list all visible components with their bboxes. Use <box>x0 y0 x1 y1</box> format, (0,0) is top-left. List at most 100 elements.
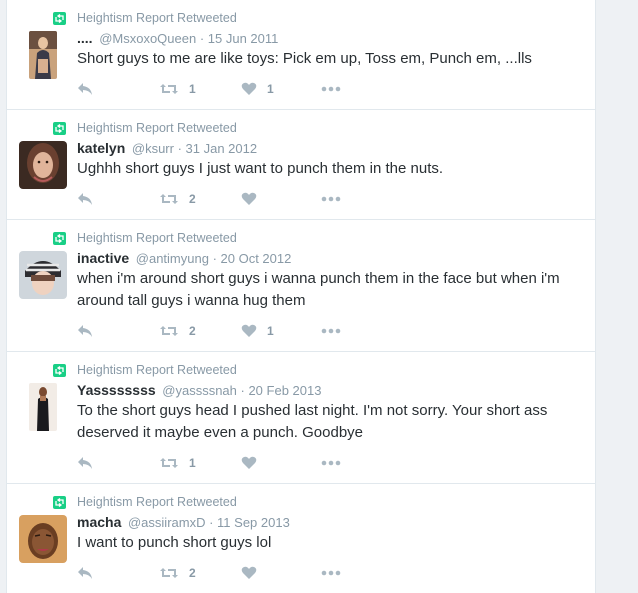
more-button[interactable] <box>321 328 341 334</box>
heart-icon <box>241 192 257 205</box>
retweet-count: 1 <box>189 82 196 96</box>
retweet-count: 2 <box>189 192 196 206</box>
more-icon <box>321 86 341 92</box>
tweet-text: I want to punch short guys lol <box>77 534 272 551</box>
tweet-text: To the short guys head I pushed last nig… <box>77 402 548 441</box>
tweet-header: Yassssssss @yassssnah · 20 Feb 2013 <box>77 382 321 398</box>
retweet-context: Heightism Report Retweeted <box>53 362 237 378</box>
retweet-context: Heightism Report Retweeted <box>53 120 237 136</box>
tweet-date[interactable]: · 15 Jun 2011 <box>200 31 279 46</box>
like-button[interactable] <box>241 566 321 580</box>
retweet-label[interactable]: Heightism Report Retweeted <box>77 231 237 245</box>
retweet-context: Heightism Report Retweeted <box>53 10 237 26</box>
tweet-actions: 1 1 <box>77 80 341 98</box>
tweet[interactable]: Heightism Report Retweeted katelyn @ksur… <box>7 110 595 220</box>
tweet[interactable]: Heightism Report Retweeted .... @MsxoxoQ… <box>7 0 595 110</box>
heart-icon <box>241 82 257 95</box>
user-fullname[interactable]: macha <box>77 514 121 530</box>
reply-button[interactable] <box>77 82 159 96</box>
like-button[interactable] <box>241 456 321 470</box>
retweet-icon <box>160 568 178 578</box>
retweet-badge-icon <box>53 11 66 25</box>
timeline: Heightism Report Retweeted .... @MsxoxoQ… <box>6 0 596 593</box>
retweet-icon <box>160 84 178 94</box>
tweet-date[interactable]: · 20 Feb 2013 <box>241 383 322 398</box>
user-fullname[interactable]: .... <box>77 30 93 46</box>
retweet-icon <box>160 326 178 336</box>
more-icon <box>321 196 341 202</box>
avatar[interactable] <box>29 31 57 79</box>
tweet-header: inactive @antimyung · 20 Oct 2012 <box>77 250 291 266</box>
retweet-count: 2 <box>189 566 196 580</box>
retweet-label[interactable]: Heightism Report Retweeted <box>77 495 237 509</box>
tweet-text: Short guys to me are like toys: Pick em … <box>77 50 532 67</box>
avatar[interactable] <box>29 383 57 431</box>
user-handle[interactable]: @antimyung <box>136 251 209 266</box>
heart-icon <box>241 324 257 337</box>
user-fullname[interactable]: inactive <box>77 250 129 266</box>
tweet-actions: 1 <box>77 454 341 472</box>
tweet-text: when i'm around short guys i wanna punch… <box>77 270 560 309</box>
user-fullname[interactable]: Yassssssss <box>77 382 156 398</box>
like-count: 1 <box>267 82 274 96</box>
avatar[interactable] <box>19 141 67 189</box>
avatar[interactable] <box>19 515 67 563</box>
tweet-actions: 2 <box>77 190 341 208</box>
tweet[interactable]: Heightism Report Retweeted Yassssssss @y… <box>7 352 595 484</box>
reply-icon <box>78 193 92 205</box>
more-icon <box>321 328 341 334</box>
retweet-badge-icon <box>53 121 66 135</box>
more-icon <box>321 570 341 576</box>
heart-icon <box>241 456 257 469</box>
reply-icon <box>78 83 92 95</box>
retweet-count: 2 <box>189 324 196 338</box>
retweet-button[interactable]: 2 <box>159 324 241 338</box>
avatar[interactable] <box>19 251 67 299</box>
user-handle[interactable]: @assiiramxD <box>128 515 205 530</box>
more-button[interactable] <box>321 86 341 92</box>
user-handle[interactable]: @yassssnah <box>162 383 237 398</box>
retweet-label[interactable]: Heightism Report Retweeted <box>77 121 237 135</box>
tweet-date[interactable]: · 31 Jan 2012 <box>178 141 258 156</box>
user-handle[interactable]: @ksurr <box>132 141 174 156</box>
reply-button[interactable] <box>77 566 159 580</box>
like-button[interactable] <box>241 192 321 206</box>
user-fullname[interactable]: katelyn <box>77 140 125 156</box>
user-handle[interactable]: @MsxoxoQueen <box>99 31 196 46</box>
reply-button[interactable] <box>77 324 159 338</box>
like-count: 1 <box>267 324 274 338</box>
reply-icon <box>78 567 92 579</box>
retweet-button[interactable]: 2 <box>159 566 241 580</box>
retweet-badge-icon <box>53 231 66 245</box>
tweet[interactable]: Heightism Report Retweeted macha @assiir… <box>7 484 595 593</box>
tweet-actions: 2 <box>77 564 341 582</box>
more-button[interactable] <box>321 460 341 466</box>
retweet-badge-icon <box>53 495 66 509</box>
like-button[interactable]: 1 <box>241 82 321 96</box>
tweet-actions: 2 1 <box>77 322 341 340</box>
reply-button[interactable] <box>77 456 159 470</box>
reply-icon <box>78 325 92 337</box>
more-button[interactable] <box>321 570 341 576</box>
retweet-button[interactable]: 2 <box>159 192 241 206</box>
tweet-date[interactable]: · 20 Oct 2012 <box>213 251 292 266</box>
retweet-icon <box>160 458 178 468</box>
retweet-context: Heightism Report Retweeted <box>53 494 237 510</box>
reply-icon <box>78 457 92 469</box>
retweet-context: Heightism Report Retweeted <box>53 230 237 246</box>
retweet-button[interactable]: 1 <box>159 456 241 470</box>
tweet-header: .... @MsxoxoQueen · 15 Jun 2011 <box>77 30 278 46</box>
retweet-badge-icon <box>53 363 66 377</box>
tweet[interactable]: Heightism Report Retweeted inactive @ant… <box>7 220 595 352</box>
retweet-count: 1 <box>189 456 196 470</box>
retweet-label[interactable]: Heightism Report Retweeted <box>77 11 237 25</box>
tweet-date[interactable]: · 11 Sep 2013 <box>209 515 290 530</box>
more-button[interactable] <box>321 196 341 202</box>
retweet-icon <box>160 194 178 204</box>
reply-button[interactable] <box>77 192 159 206</box>
retweet-button[interactable]: 1 <box>159 82 241 96</box>
retweet-label[interactable]: Heightism Report Retweeted <box>77 363 237 377</box>
like-button[interactable]: 1 <box>241 324 321 338</box>
tweet-text: Ughhh short guys I just want to punch th… <box>77 160 444 177</box>
heart-icon <box>241 566 257 579</box>
